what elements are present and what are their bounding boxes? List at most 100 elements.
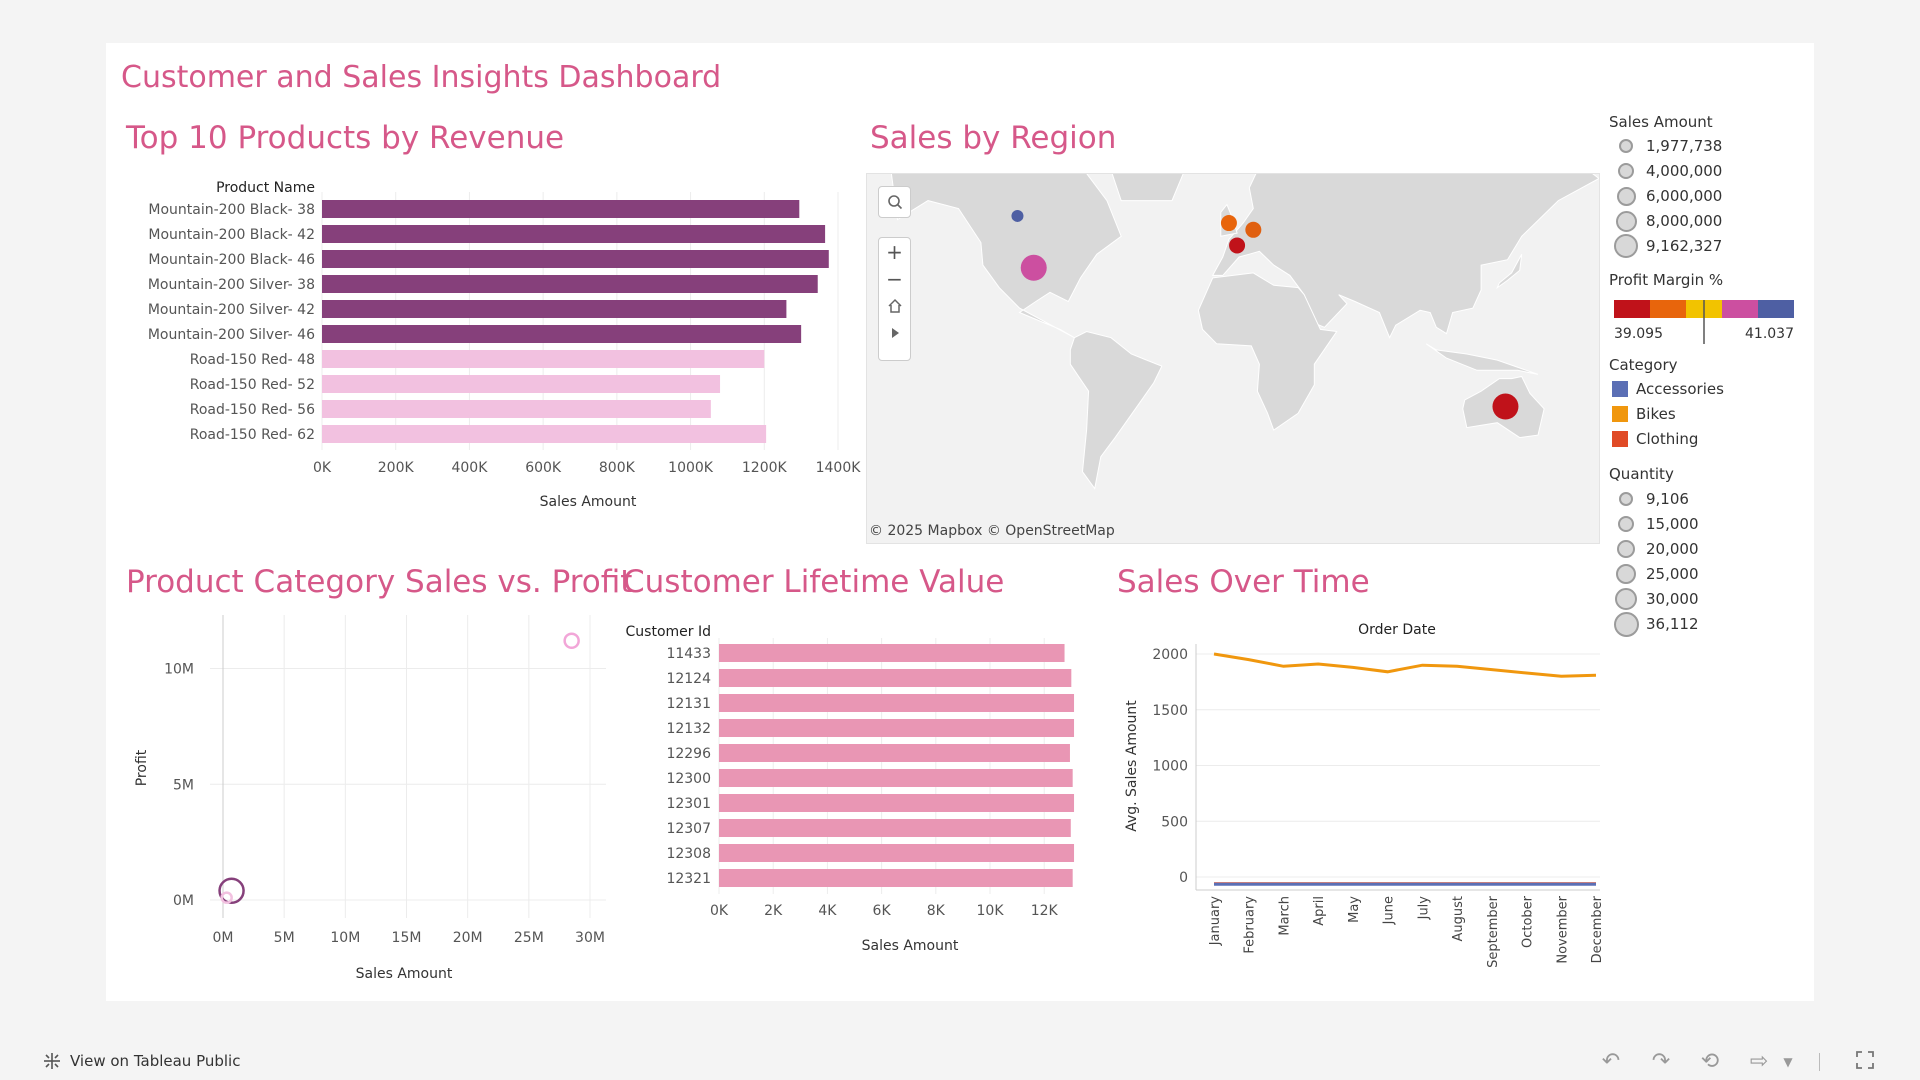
- legend-quantity-item[interactable]: 9,106: [1612, 488, 1689, 510]
- map-point-united-kingdom[interactable]: [1220, 215, 1237, 232]
- legend-label: Clothing: [1636, 430, 1699, 448]
- bar[interactable]: [322, 425, 767, 443]
- gradient-max-label: 41.037: [1745, 326, 1794, 342]
- view-on-tableau-label[interactable]: View on Tableau Public: [70, 1052, 240, 1070]
- map-point-australia[interactable]: [1492, 393, 1519, 420]
- bar[interactable]: [719, 769, 1073, 787]
- legend-label: 1,977,738: [1646, 137, 1723, 155]
- map-search-button[interactable]: [878, 186, 911, 218]
- bar[interactable]: [322, 375, 721, 393]
- category-label: Mountain-200 Black- 42: [148, 227, 315, 243]
- legend-quantity-item[interactable]: 15,000: [1612, 513, 1699, 535]
- map-point-canada[interactable]: [1011, 209, 1024, 222]
- profit-margin-gradient[interactable]: 39.095 41.037: [1612, 298, 1796, 346]
- home-icon[interactable]: [879, 292, 910, 319]
- legend-category-item[interactable]: Clothing: [1612, 428, 1698, 450]
- top-products-chart[interactable]: 0K 200K 400K 600K 800K 1000K 1200K 1400K Product…: [106, 170, 866, 520]
- gradient-segment: [1758, 300, 1794, 318]
- bar[interactable]: [322, 250, 829, 268]
- series-line[interactable]: [1213, 652, 1597, 678]
- x-tick-label: 10K: [977, 903, 1005, 919]
- category-sales-profit-chart[interactable]: 0M 5M 10M 15M 20M 25M 30M 0M 5M 10M Sales Amount Pr…: [106, 600, 616, 990]
- x-tick-label: January: [1208, 896, 1223, 947]
- bar[interactable]: [322, 400, 711, 418]
- legend-sales-amount-item[interactable]: 1,977,738: [1612, 135, 1722, 157]
- bar[interactable]: [322, 225, 826, 243]
- y-tick-label: 2000: [1152, 647, 1188, 663]
- bar[interactable]: [719, 644, 1065, 662]
- bar[interactable]: [322, 325, 802, 343]
- share-icon[interactable]: ⇨: [1747, 1050, 1771, 1074]
- x-tick-label: 12K: [1031, 903, 1059, 919]
- bar[interactable]: [719, 819, 1071, 837]
- legend-quantity-item[interactable]: 36,112: [1612, 611, 1699, 637]
- y-tick-label: 1500: [1152, 703, 1188, 719]
- color-swatch: [1612, 406, 1628, 422]
- legend-sales-amount-item[interactable]: 6,000,000: [1612, 185, 1722, 207]
- x-tick-label: 20M: [453, 930, 483, 946]
- category-label: 11433: [666, 646, 711, 662]
- bar[interactable]: [719, 669, 1072, 687]
- circle-icon: [1618, 163, 1634, 179]
- zoom-out-icon[interactable]: −: [879, 265, 910, 292]
- legend-label: 36,112: [1646, 615, 1699, 633]
- x-tick-label: 8K: [927, 903, 946, 919]
- zoom-in-icon[interactable]: +: [879, 238, 910, 265]
- legend-sales-amount-item[interactable]: 8,000,000: [1612, 210, 1722, 232]
- bar[interactable]: [719, 719, 1075, 737]
- bar[interactable]: [322, 300, 787, 318]
- bar[interactable]: [719, 869, 1073, 887]
- category-label: Mountain-200 Silver- 42: [148, 302, 315, 318]
- bar[interactable]: [719, 844, 1075, 862]
- view-on-tableau-link[interactable]: View on Tableau Public: [42, 1051, 240, 1071]
- category-label: Mountain-200 Silver- 46: [148, 327, 315, 343]
- circle-icon: [1616, 186, 1636, 206]
- bar[interactable]: [322, 275, 818, 293]
- map-point-germany[interactable]: [1245, 221, 1262, 238]
- category-label: 12300: [666, 771, 711, 787]
- dropdown-icon[interactable]: ▼: [1776, 1050, 1800, 1074]
- circle-icon: [1615, 210, 1637, 232]
- map-point-france[interactable]: [1229, 237, 1246, 254]
- top-products-title: Top 10 Products by Revenue: [126, 120, 565, 156]
- legend-category-item[interactable]: Bikes: [1612, 403, 1676, 425]
- sales-by-region-map[interactable]: [866, 173, 1600, 544]
- search-icon[interactable]: [879, 187, 910, 217]
- redo-icon[interactable]: ↷: [1649, 1050, 1673, 1074]
- undo-icon[interactable]: ↶: [1599, 1050, 1623, 1074]
- x-tick-label: November: [1555, 895, 1570, 963]
- color-swatch: [1612, 431, 1628, 447]
- legend-quantity-item[interactable]: 25,000: [1612, 563, 1699, 585]
- bar[interactable]: [322, 200, 800, 218]
- category-label: 12124: [666, 671, 711, 687]
- legend-quantity-item[interactable]: 20,000: [1612, 538, 1699, 560]
- bar[interactable]: [719, 794, 1075, 812]
- scatter-point[interactable]: [563, 632, 580, 649]
- legend-sales-amount-item[interactable]: 9,162,327: [1612, 234, 1722, 258]
- bar[interactable]: [719, 694, 1075, 712]
- legend-quantity-item[interactable]: 30,000: [1612, 588, 1699, 610]
- x-axis-title: Sales Amount: [540, 494, 637, 510]
- legend-label: 15,000: [1646, 515, 1699, 533]
- bar[interactable]: [719, 744, 1070, 762]
- gradient-segment: [1722, 300, 1758, 318]
- gradient-segment: [1614, 300, 1650, 318]
- legend-label: 9,106: [1646, 490, 1689, 508]
- sales-by-region-title: Sales by Region: [870, 120, 1117, 156]
- legend-label: 8,000,000: [1646, 212, 1723, 230]
- bar[interactable]: [322, 350, 765, 368]
- play-icon[interactable]: [879, 319, 910, 346]
- revert-icon[interactable]: ⟲: [1698, 1050, 1722, 1074]
- map-point-united-states[interactable]: [1020, 254, 1047, 281]
- x-tick-label: 200K: [378, 460, 415, 476]
- fullscreen-icon[interactable]: [1853, 1050, 1877, 1074]
- legend-sales-amount-item[interactable]: 4,000,000: [1612, 160, 1722, 182]
- x-tick-label: 0K: [313, 460, 332, 476]
- sales-over-time-chart[interactable]: Order Date 0 500 1000 1500 2000 January Februar…: [1110, 600, 1610, 990]
- legend-category-item[interactable]: Accessories: [1612, 378, 1724, 400]
- circle-icon: [1617, 540, 1635, 558]
- customer-ltv-chart[interactable]: 0K 2K 4K 6K 8K 10K 12K Customer Id 11433 12124 121…: [616, 600, 1096, 960]
- x-axis-title: Sales Amount: [862, 938, 959, 954]
- world-map[interactable]: [867, 174, 1599, 543]
- x-tick-label: 600K: [525, 460, 562, 476]
